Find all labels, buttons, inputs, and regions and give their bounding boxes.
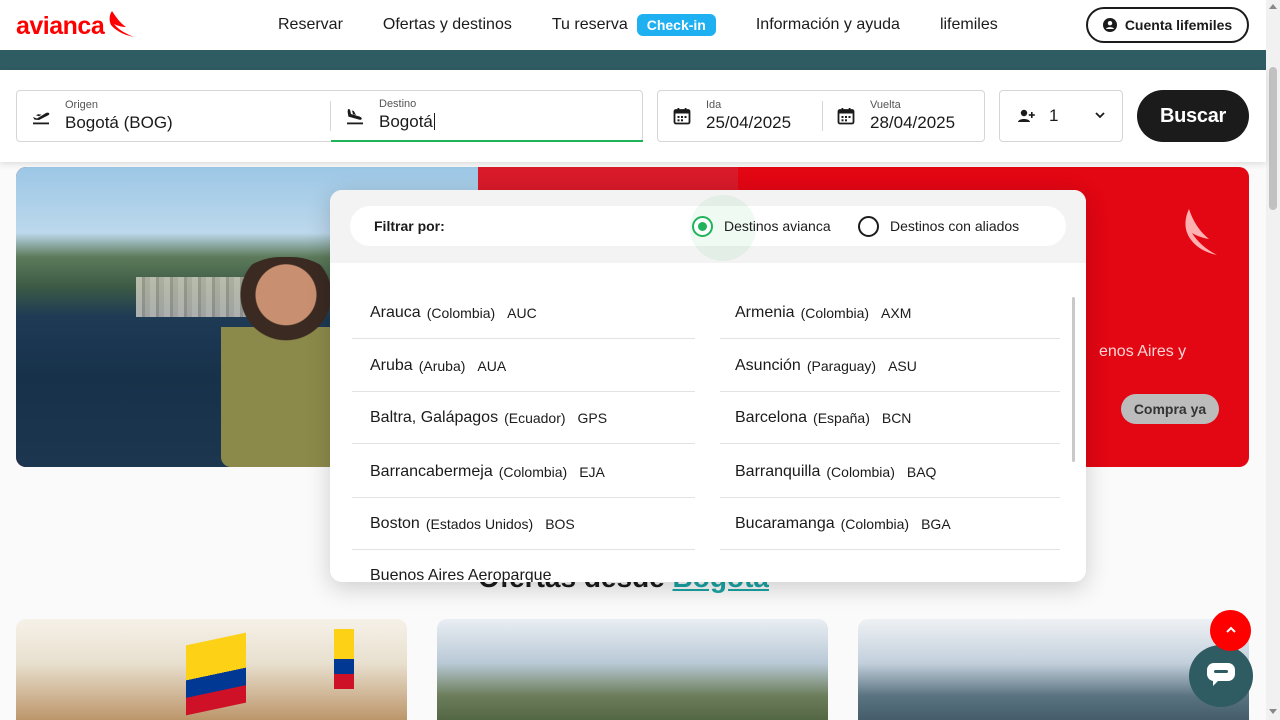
destination-input[interactable]: Bogotá	[379, 112, 433, 131]
nav-lifemiles[interactable]: lifemiles	[940, 16, 998, 34]
destination-item[interactable]: Bucaramanga (Colombia) BGA	[720, 498, 1060, 550]
destination-item[interactable]: Aruba (Aruba) AUA	[352, 340, 695, 392]
chevron-up-icon	[1225, 622, 1237, 640]
offer-card[interactable]	[437, 619, 828, 720]
site-header: avianca Reservar Ofertas y destinos Tu r…	[0, 0, 1266, 50]
destination-item[interactable]: Boston (Estados Unidos) BOS	[352, 498, 695, 550]
destination-item[interactable]: Barranquilla (Colombia) BAQ	[720, 446, 1060, 498]
page-scrollbar[interactable]	[1266, 0, 1280, 720]
landing-icon	[331, 107, 379, 125]
ida-value: 25/04/2025	[706, 112, 792, 132]
header-band	[0, 50, 1266, 70]
origin-destination-box: Origen Bogotá (BOG) Destino Bogotá	[16, 90, 643, 142]
filter-label: Filtrar por:	[374, 218, 445, 234]
scroll-down-arrow-icon[interactable]	[1269, 709, 1277, 714]
dropdown-scrollbar[interactable]	[1072, 297, 1075, 462]
filter-area: Filtrar por: Destinos avianca Destinos c…	[330, 190, 1086, 263]
radio-destinos-avianca[interactable]	[692, 216, 713, 237]
option-destinos-avianca[interactable]: Destinos avianca	[724, 218, 831, 234]
main-nav: Reservar Ofertas y destinos Tu reserva C…	[278, 0, 1038, 50]
nav-tu-reserva-group: Tu reserva Check-in	[552, 14, 716, 36]
destination-item[interactable]: Asunción (Paraguay) ASU	[720, 340, 1060, 392]
scroll-to-top-button[interactable]	[1210, 610, 1251, 651]
destination-item[interactable]: Arauca (Colombia) AUC	[352, 287, 695, 339]
destination-item[interactable]: Baltra, Galápagos (Ecuador) GPS	[352, 392, 695, 444]
destination-dropdown: Filtrar por: Destinos avianca Destinos c…	[330, 190, 1086, 582]
chevron-down-icon	[1094, 109, 1106, 121]
nav-info[interactable]: Información y ayuda	[756, 16, 900, 34]
text-caret	[433, 113, 435, 130]
user-circle-icon	[1102, 18, 1117, 32]
destination-field[interactable]: Destino Bogotá	[331, 91, 643, 142]
nav-ofertas[interactable]: Ofertas y destinos	[383, 16, 512, 34]
avianca-logo[interactable]: avianca	[16, 9, 136, 44]
search-button[interactable]: Buscar	[1137, 90, 1249, 142]
option-destinos-aliados[interactable]: Destinos con aliados	[890, 218, 1019, 234]
nav-tu-reserva[interactable]: Tu reserva	[552, 16, 628, 34]
chat-icon	[1205, 660, 1237, 693]
account-button[interactable]: Cuenta lifemiles	[1086, 7, 1249, 43]
radio-destinos-aliados[interactable]	[858, 216, 879, 237]
origin-label: Origen	[65, 98, 99, 111]
scrollbar-thumb[interactable]	[1269, 67, 1277, 210]
destination-label: Destino	[379, 98, 417, 110]
offer-card[interactable]	[16, 619, 407, 720]
add-person-icon	[1017, 109, 1035, 123]
vuelta-field[interactable]: Vuelta 28/04/2025	[822, 91, 985, 141]
takeoff-icon	[17, 107, 65, 125]
compra-ya-button[interactable]: Compra ya	[1121, 394, 1219, 424]
passengers-selector[interactable]: 1	[999, 90, 1123, 142]
destination-item[interactable]: Barrancabermeja (Colombia) EJA	[352, 446, 695, 498]
destination-item[interactable]: Buenos Aires Aeroparque	[352, 550, 695, 582]
origin-field[interactable]: Origen Bogotá (BOG)	[17, 91, 331, 141]
bird-logo-icon	[106, 9, 136, 44]
vuelta-value: 28/04/2025	[870, 112, 956, 132]
vuelta-label: Vuelta	[870, 98, 901, 111]
dates-box: Ida 25/04/2025 Vuelta 28/04/2025	[657, 90, 985, 142]
chat-button[interactable]	[1189, 645, 1253, 707]
hero-text: enos Aires y	[1099, 343, 1187, 360]
search-panel: Origen Bogotá (BOG) Destino Bogotá Ida 2…	[0, 70, 1266, 162]
destination-item[interactable]: Armenia (Colombia) AXM	[720, 287, 1060, 339]
passenger-count: 1	[1049, 106, 1059, 125]
destination-item[interactable]: Barcelona (España) BCN	[720, 392, 1060, 444]
ida-label: Ida	[706, 98, 722, 111]
scroll-up-arrow-icon[interactable]	[1269, 4, 1277, 9]
checkin-badge[interactable]: Check-in	[636, 14, 716, 36]
calendar-icon	[822, 107, 870, 125]
nav-reservar[interactable]: Reservar	[278, 16, 343, 34]
account-label: Cuenta lifemiles	[1124, 17, 1233, 33]
origin-value: Bogotá (BOG)	[65, 112, 173, 132]
calendar-icon	[658, 107, 706, 125]
filter-bar: Filtrar por: Destinos avianca Destinos c…	[350, 195, 1066, 261]
logo-text: avianca	[16, 12, 105, 40]
ida-field[interactable]: Ida 25/04/2025	[658, 91, 822, 141]
bird-logo-icon	[1183, 207, 1219, 262]
